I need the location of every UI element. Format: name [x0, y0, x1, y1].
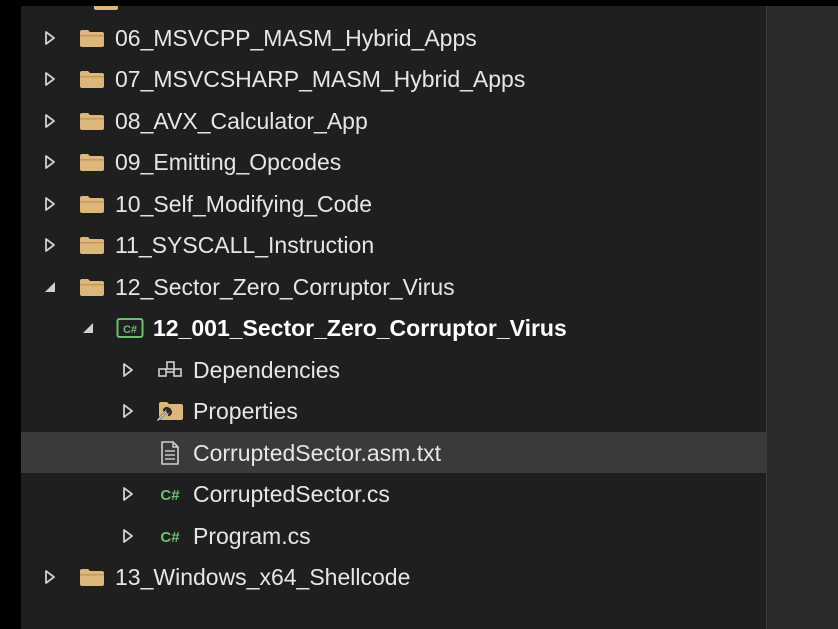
tree-item-corruptedsector-cs[interactable]: C# CorruptedSector.cs [21, 473, 766, 514]
expand-chevron-right-icon[interactable] [35, 230, 65, 260]
tree-item-project[interactable]: C# 12_001_Sector_Zero_Corruptor_Virus [21, 307, 766, 348]
tree-item-label: 09_Emitting_Opcodes [115, 148, 342, 175]
csharp-file-icon: C# [155, 521, 185, 551]
folder-icon [77, 147, 107, 177]
tree-item-label: 06_MSVCPP_MASM_Hybrid_Apps [115, 24, 477, 51]
expand-chevron-right-icon[interactable] [35, 562, 65, 592]
folder-icon [77, 562, 107, 592]
expand-chevron-right-icon[interactable] [35, 147, 65, 177]
expand-chevron-right-icon[interactable] [35, 23, 65, 53]
tree-item-dependencies[interactable]: Dependencies [21, 349, 766, 390]
tree-item-label: 10_Self_Modifying_Code [115, 190, 373, 217]
tree-item-label: 12_001_Sector_Zero_Corruptor_Virus [153, 314, 567, 341]
tree-item-label: CorruptedSector.asm.txt [193, 439, 441, 466]
expand-chevron-right-icon[interactable] [113, 479, 143, 509]
expand-chevron-right-icon[interactable] [113, 521, 143, 551]
tree-item-folder-09[interactable]: 09_Emitting_Opcodes [21, 141, 766, 182]
partial-folder-row [93, 6, 119, 17]
tree-item-asm-txt-file[interactable]: CorruptedSector.asm.txt [21, 432, 766, 473]
dependencies-icon [155, 355, 185, 385]
tree-item-folder-07[interactable]: 07_MSVCSHARP_MASM_Hybrid_Apps [21, 58, 766, 99]
folder-icon [77, 272, 107, 302]
expand-chevron-right-icon[interactable] [113, 396, 143, 426]
text-file-icon [155, 438, 185, 468]
tree-item-label: 08_AVX_Calculator_App [115, 107, 368, 134]
tree-item-label: Program.cs [193, 522, 311, 549]
tree-item-folder-08[interactable]: 08_AVX_Calculator_App [21, 100, 766, 141]
expand-chevron-right-icon[interactable] [35, 106, 65, 136]
expand-chevron-right-icon[interactable] [113, 355, 143, 385]
tree-item-label: CorruptedSector.cs [193, 480, 390, 507]
folder-icon [77, 189, 107, 219]
properties-folder-icon [155, 396, 185, 426]
csharp-project-icon: C# [115, 313, 145, 343]
expand-chevron-right-icon[interactable] [35, 64, 65, 94]
tree-item-program-cs[interactable]: C# Program.cs [21, 515, 766, 556]
folder-icon [77, 230, 107, 260]
folder-icon [77, 64, 107, 94]
tree-item-label: 07_MSVCSHARP_MASM_Hybrid_Apps [115, 65, 526, 92]
tree-item-folder-12[interactable]: 12_Sector_Zero_Corruptor_Virus [21, 266, 766, 307]
svg-text:C#: C# [160, 529, 180, 546]
tree-item-label: 12_Sector_Zero_Corruptor_Virus [115, 273, 455, 300]
tree-item-folder-10[interactable]: 10_Self_Modifying_Code [21, 183, 766, 224]
expand-chevron-right-icon[interactable] [35, 189, 65, 219]
window-left-edge [0, 0, 21, 629]
folder-icon [77, 23, 107, 53]
collapse-chevron-down-icon[interactable] [35, 272, 65, 302]
tree-item-folder-06[interactable]: 06_MSVCPP_MASM_Hybrid_Apps [21, 17, 766, 58]
tree-item-label: Dependencies [193, 356, 341, 383]
tree-item-label: Properties [193, 397, 298, 424]
collapse-chevron-down-icon[interactable] [73, 313, 103, 343]
folder-icon [77, 106, 107, 136]
tree-item-folder-11[interactable]: 11_SYSCALL_Instruction [21, 224, 766, 265]
tree-item-label: 11_SYSCALL_Instruction [115, 231, 375, 258]
svg-text:C#: C# [160, 487, 180, 504]
svg-text:C#: C# [123, 324, 137, 336]
csharp-file-icon: C# [155, 479, 185, 509]
tree-item-folder-13[interactable]: 13_Windows_x64_Shellcode [21, 556, 766, 597]
solution-explorer-tree[interactable]: 06_MSVCPP_MASM_Hybrid_Apps 07_MSVCSHARP_… [21, 6, 767, 629]
tree-item-properties[interactable]: Properties [21, 390, 766, 431]
editor-area [767, 6, 838, 629]
tree-item-label: 13_Windows_x64_Shellcode [115, 563, 411, 590]
